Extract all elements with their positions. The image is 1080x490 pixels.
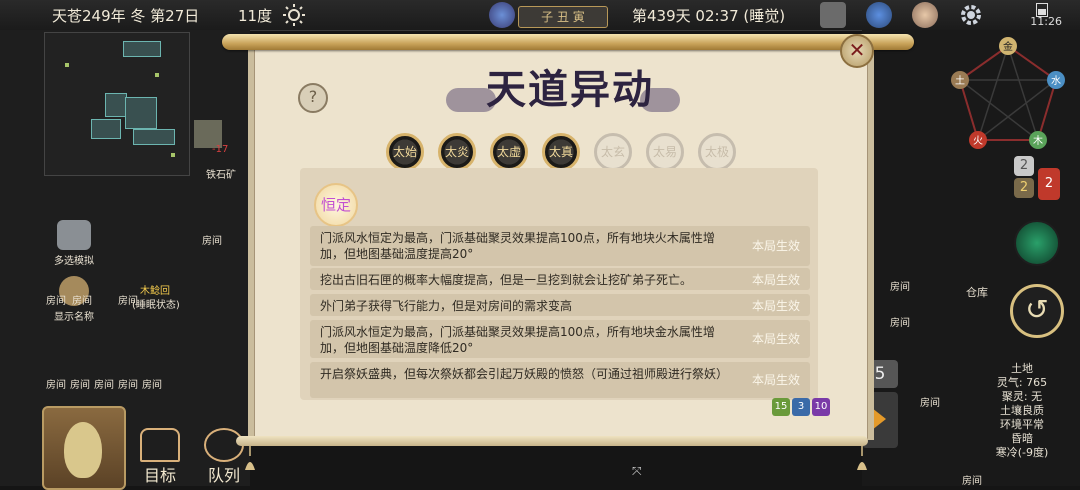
tile-info-line: 昏暗 xyxy=(1011,432,1033,445)
yin-yang-icon[interactable] xyxy=(489,2,515,28)
show-name-label: 显示名称 xyxy=(54,312,94,323)
counter-blue: 3 xyxy=(792,398,810,416)
room-label: 房间 xyxy=(890,318,910,329)
day-time: 第439天 02:37 (睡觉) xyxy=(632,7,786,25)
top-status-bar: 天苍249年 冬 第27日 11度 子 丑 寅 第439天 02:37 (睡觉)… xyxy=(0,0,1080,31)
target-icon xyxy=(140,428,180,462)
metal-label: 金 xyxy=(1003,40,1013,53)
effect-tag: 本局生效 xyxy=(751,239,800,253)
dialog-title: 天道异动 xyxy=(486,66,654,113)
effect-text: 门派风水恒定为最高，门派基础聚灵效果提高100点，所有地块金水属性增加，但地图基… xyxy=(320,325,715,355)
warehouse-label: 仓库 xyxy=(966,286,988,299)
counter-green: 15 xyxy=(772,398,790,416)
tab-taixuan[interactable]: 太玄 xyxy=(594,133,632,171)
five-elements-diagram[interactable]: 金 水 木 火 土 xyxy=(940,36,1074,156)
tab-taiji[interactable]: 太极 xyxy=(698,133,736,171)
counter-purple: 10 xyxy=(812,398,830,416)
tab-taizhen[interactable]: 太真 xyxy=(542,133,580,171)
effect-text: 开启祭妖盛典，但每次祭妖都会引起万妖殿的愤怒（可通过祖师殿进行祭妖） xyxy=(320,367,729,381)
swirl-icon[interactable] xyxy=(1014,220,1060,266)
help-button[interactable]: ? xyxy=(298,83,328,113)
palette-icon[interactable] xyxy=(912,2,938,28)
tab-taishi[interactable]: 太始 xyxy=(386,133,424,171)
room-label: 房间 xyxy=(118,296,138,307)
fire-label: 火 xyxy=(973,135,983,147)
effect-row: 门派风水恒定为最高，门派基础聚灵效果提高100点，所有地块火木属性增加，但地图基… xyxy=(310,226,810,266)
count-badge[interactable]: 2 xyxy=(1038,168,1060,200)
room-label: 房间 xyxy=(46,296,66,307)
save-icon[interactable] xyxy=(820,2,846,28)
sun-icon xyxy=(283,4,305,26)
system-clock: 11:26 xyxy=(1030,15,1062,28)
room-label: 房间 xyxy=(72,296,92,307)
sleeper-name: 木鲶回 xyxy=(140,286,170,297)
effect-text: 门派风水恒定为最高，门派基础聚灵效果提高100点，所有地块火木属性增加，但地图基… xyxy=(320,231,715,261)
earth-label: 土 xyxy=(955,74,965,87)
tile-info-line: 寒冷(-9度) xyxy=(995,446,1049,459)
tile-info-line: 灵气: 765 xyxy=(996,376,1048,389)
gear-icon[interactable] xyxy=(958,2,984,28)
count-badge[interactable]: 2 xyxy=(1014,156,1034,176)
water-label: 水 xyxy=(1051,75,1061,87)
effect-tag: 本局生效 xyxy=(751,373,800,387)
undo-icon[interactable]: ↺ xyxy=(1010,284,1064,338)
close-button[interactable]: ✕ xyxy=(840,34,874,68)
character-card[interactable] xyxy=(42,406,126,490)
ore-delta: -17 xyxy=(212,144,229,155)
target-button[interactable]: 目标 xyxy=(140,428,180,486)
tile-info-line: 环境平常 xyxy=(1000,418,1044,431)
tile-info-panel: 土地 灵气: 765 聚灵: 无 土壤良质 环境平常 昏暗 寒冷(-9度) xyxy=(972,362,1072,460)
effect-tag: 本局生效 xyxy=(751,332,800,346)
tile-info-title: 土地 xyxy=(1011,362,1033,375)
effect-text: 外门弟子获得飞行能力，但是对房间的需求变高 xyxy=(320,299,573,313)
target-label: 目标 xyxy=(143,466,176,485)
room-label: 房间 xyxy=(962,476,982,487)
tile-info-line: 聚灵: 无 xyxy=(1001,390,1043,403)
effect-tag: 本局生效 xyxy=(751,273,800,287)
multi-select-label: 多选模拟 xyxy=(54,256,94,267)
tab-taixu[interactable]: 太虚 xyxy=(490,133,528,171)
effect-tag: 本局生效 xyxy=(751,299,800,313)
arrows-icon xyxy=(57,220,91,250)
expand-icon[interactable]: ⤧ xyxy=(632,464,642,479)
effect-text: 挖出古旧石匣的概率大幅度提高，但是一旦挖到就会让挖矿弟子死亡。 xyxy=(320,273,693,287)
queue-label: 队列 xyxy=(207,466,240,485)
effect-row: 门派风水恒定为最高，门派基础聚灵效果提高100点，所有地块金水属性增加，但地图基… xyxy=(310,320,810,358)
multi-select-button[interactable]: 多选模拟 xyxy=(54,220,94,267)
scroll-rod-top xyxy=(222,34,914,50)
room-label: 房间 xyxy=(70,380,90,391)
tab-taiyi[interactable]: 太易 xyxy=(646,133,684,171)
room-label: 房间 xyxy=(46,380,66,391)
scroll-rod-bottom xyxy=(236,436,868,446)
room-label: 房间 xyxy=(142,380,162,391)
room-label: 房间 xyxy=(890,282,910,293)
bell-icon xyxy=(245,446,255,470)
room-label: 房间 xyxy=(920,398,940,409)
effect-row: 外门弟子获得飞行能力，但是对房间的需求变高 本局生效 xyxy=(310,294,810,316)
room-label: 房间 xyxy=(202,236,222,247)
compass-icon[interactable] xyxy=(866,2,892,28)
tile-info-line: 土壤良质 xyxy=(1000,404,1044,417)
bell-icon xyxy=(857,446,867,470)
sleeper-status: (睡眠状态) xyxy=(132,300,180,311)
room-label: 房间 xyxy=(94,380,114,391)
effect-row: 开启祭妖盛典，但每次祭妖都会引起万妖殿的愤怒（可通过祖师殿进行祭妖） 本局生效 xyxy=(310,362,810,398)
effect-row: 挖出古旧石匣的概率大幅度提高，但是一旦挖到就会让挖矿弟子死亡。 本局生效 xyxy=(310,268,810,290)
count-badge[interactable]: 2 xyxy=(1014,178,1034,198)
wood-label: 木 xyxy=(1033,135,1043,147)
gourd-icon xyxy=(64,422,102,478)
ore-label: 铁石矿 xyxy=(206,170,236,181)
tab-taiyan[interactable]: 太炎 xyxy=(438,133,476,171)
constant-badge: 恒定 xyxy=(314,183,358,227)
minimap[interactable] xyxy=(44,32,190,176)
game-date: 天苍249年 冬 第27日 xyxy=(52,7,200,25)
room-label: 房间 xyxy=(118,380,138,391)
temperature: 11度 xyxy=(238,7,273,25)
zodiac-plaque[interactable]: 子 丑 寅 xyxy=(518,6,608,28)
